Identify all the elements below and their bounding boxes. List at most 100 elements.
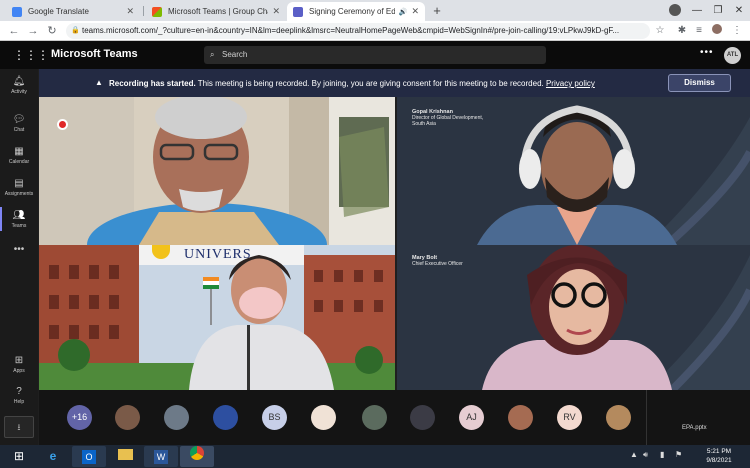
more-icon: ••• — [13, 244, 25, 255]
rail-item-teams[interactable]: 👥︎ Teams — [0, 205, 38, 235]
windows-taskbar: ⊞ e O W ▲ 🔊︎ ▮ ⚑ 5:21 PM 9/8/2021 — [0, 445, 750, 468]
video-tile-speaker[interactable] — [39, 97, 395, 245]
participant-caption: Mary Bolt Chief Executive Officer — [412, 255, 463, 267]
university-sign-text: UNIVERS — [184, 247, 252, 262]
recording-dot-icon — [59, 121, 66, 128]
banner-text: This meeting is being recorded. By joini… — [195, 79, 546, 88]
profile-avatar-icon[interactable] — [710, 24, 724, 38]
participant-avatar[interactable] — [164, 405, 189, 430]
clock-time: 5:21 PM — [706, 448, 732, 455]
banner-title: Recording has started. — [109, 79, 196, 88]
shared-file-name[interactable]: EPA.pptx — [682, 425, 707, 431]
reading-list-icon[interactable]: ≡ — [692, 24, 706, 38]
more-options-icon[interactable]: ••• — [700, 47, 714, 58]
start-button-icon[interactable]: ⊞ — [4, 446, 34, 467]
rail-label: Activity — [11, 89, 27, 95]
participant-region: South Asia — [412, 121, 436, 127]
participant-avatar-aj[interactable]: AJ — [459, 405, 484, 430]
address-bar[interactable]: 🔒 teams.microsoft.com/_?culture=en-in&co… — [66, 23, 650, 39]
more-participants-badge[interactable]: +16 — [67, 405, 92, 430]
tab-separator — [143, 6, 144, 16]
tray-network-icon[interactable]: ▮ — [660, 450, 664, 459]
minimize-icon[interactable]: — — [686, 0, 708, 21]
browser-tab-teams-chat[interactable]: Microsoft Teams | Group Chat S ✕ — [146, 2, 286, 21]
file-explorer-icon[interactable] — [108, 446, 142, 467]
active-indicator — [0, 207, 2, 231]
tray-volume-icon[interactable]: 🔊︎ — [643, 450, 648, 460]
tab-title: Signing Ceremony of Educat — [309, 7, 395, 16]
rail-item-apps[interactable]: ⊞ Apps — [0, 350, 38, 380]
user-avatar[interactable]: ATL — [724, 47, 741, 64]
search-input[interactable]: ⌕ Search — [204, 46, 546, 64]
video-tile-university[interactable]: UNIVERS — [39, 245, 395, 390]
browser-toolbar: ← → ↻ 🔒 teams.microsoft.com/_?culture=en… — [0, 21, 750, 41]
tray-flag-icon[interactable]: ⚑ — [675, 450, 682, 459]
tab-title: Google Translate — [28, 7, 89, 16]
participant-avatar-rv[interactable]: RV — [557, 405, 582, 430]
participant-avatar[interactable] — [115, 405, 140, 430]
chrome-icon[interactable] — [180, 446, 214, 467]
tab-title: Microsoft Teams | Group Chat S — [168, 7, 268, 16]
rail-item-more[interactable]: ••• — [0, 239, 38, 269]
bell-icon: 🔔︎ — [12, 76, 26, 87]
rail-item-help[interactable]: ? Help — [0, 381, 38, 411]
help-icon: ? — [16, 386, 22, 397]
participant-avatar[interactable] — [213, 405, 238, 430]
system-clock[interactable]: 5:21 PM 9/8/2021 — [702, 447, 736, 465]
video-tile-gopal-krishnan[interactable]: Gopal Krishnan Director of Global Develo… — [397, 97, 750, 245]
close-window-icon[interactable]: ✕ — [728, 0, 750, 21]
teams-icon — [293, 6, 303, 17]
privacy-policy-link[interactable]: Privacy policy — [546, 79, 595, 88]
rail-label: Teams — [11, 223, 27, 229]
rail-item-calendar[interactable]: ▦ Calendar — [0, 141, 38, 171]
back-icon[interactable]: ← — [6, 23, 22, 39]
profile-icon[interactable] — [664, 0, 686, 21]
participant-avatar-bs[interactable]: BS — [262, 405, 287, 430]
rail-item-assignments[interactable]: ▤ Assignments — [0, 173, 38, 203]
app-title: Microsoft Teams — [51, 48, 138, 60]
forward-icon[interactable]: → — [25, 23, 41, 39]
chat-icon: 💬︎ — [12, 114, 26, 125]
university-video-frame — [39, 245, 395, 390]
app-launcher-icon[interactable]: ⋮⋮⋮ — [13, 48, 49, 62]
teams-icon: 👥︎ — [12, 210, 26, 221]
participant-avatar[interactable] — [606, 405, 631, 430]
browser-tab-strip: Google Translate ✕ Microsoft Teams | Gro… — [0, 0, 750, 21]
outlook-icon[interactable]: O — [72, 446, 106, 467]
rail-label: Apps — [13, 368, 25, 374]
lock-icon: 🔒 — [71, 27, 80, 34]
browser-tab-signing-ceremony[interactable]: Signing Ceremony of Educat 🔊 ✕ — [287, 2, 425, 21]
tab-audio-icon[interactable]: 🔊 — [399, 8, 408, 16]
app-rail: 🔔︎ Activity 💬︎ Chat ▦ Calendar ▤ Assignm… — [0, 69, 38, 445]
rail-item-activity[interactable]: 🔔︎ Activity — [0, 71, 38, 101]
word-icon[interactable]: W — [144, 446, 178, 467]
download-icon[interactable]: ⭳ — [4, 416, 34, 438]
bookmark-star-icon[interactable]: ☆ — [653, 24, 667, 38]
rail-label: Help — [13, 399, 25, 405]
participant-avatar[interactable] — [508, 405, 533, 430]
recording-banner: ▲ Recording has started. This meeting is… — [39, 69, 750, 97]
participant-avatar[interactable] — [410, 405, 435, 430]
url-text: teams.microsoft.com/_?culture=en-in&coun… — [82, 26, 620, 35]
search-placeholder: Search — [222, 50, 248, 59]
tray-arrow-icon[interactable]: ▲ — [630, 450, 638, 459]
clock-date: 9/8/2021 — [706, 457, 732, 464]
participant-role: Chief Executive Officer — [412, 261, 463, 267]
video-tile-mary-bolt[interactable]: Mary Bolt Chief Executive Officer — [397, 245, 750, 390]
close-tab-icon[interactable]: ✕ — [126, 6, 134, 17]
browser-menu-icon[interactable]: ⋮ — [730, 24, 744, 38]
dismiss-button[interactable]: Dismiss — [668, 74, 731, 92]
participant-caption: Gopal Krishnan Director of Global Develo… — [412, 109, 483, 127]
reload-icon[interactable]: ↻ — [44, 23, 60, 39]
close-tab-icon[interactable]: ✕ — [272, 6, 280, 17]
browser-tab-google-translate[interactable]: Google Translate ✕ — [6, 2, 140, 21]
new-tab-button[interactable]: + — [429, 3, 445, 19]
rail-item-chat[interactable]: 💬︎ Chat — [0, 109, 38, 139]
participant-avatar[interactable] — [311, 405, 336, 430]
close-tab-icon[interactable]: ✕ — [411, 6, 419, 17]
maximize-icon[interactable]: ❐ — [707, 0, 729, 21]
participant-avatar[interactable] — [362, 405, 387, 430]
extensions-icon[interactable]: ✱ — [675, 24, 689, 38]
internet-explorer-icon[interactable]: e — [36, 446, 70, 467]
speaker-video-frame — [39, 97, 395, 245]
